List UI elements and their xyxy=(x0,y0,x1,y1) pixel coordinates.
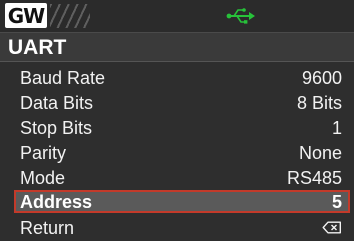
brand-logo-text: GW xyxy=(7,4,45,28)
menu-item-label: Address xyxy=(20,192,93,212)
menu-item-value: 8 Bits xyxy=(296,93,342,113)
menu-item-address[interactable]: Address 5 xyxy=(14,190,350,213)
menu-item-parity[interactable]: Parity None xyxy=(14,141,350,164)
menu-item-value: RS485 xyxy=(286,168,342,188)
menu-item-label: Parity xyxy=(20,143,67,163)
status-bar: GW xyxy=(0,0,354,33)
menu-item-return[interactable]: Return xyxy=(14,216,350,239)
menu-item-data-bits[interactable]: Data Bits 8 Bits xyxy=(14,91,350,114)
page-title: UART xyxy=(8,36,67,59)
menu-item-stop-bits[interactable]: Stop Bits 1 xyxy=(14,116,350,139)
uart-menu: Baud Rate 9600 Data Bits 8 Bits Stop Bit… xyxy=(0,62,354,241)
menu-item-label: Return xyxy=(20,218,75,238)
menu-item-label: Data Bits xyxy=(20,93,94,113)
menu-item-value: 5 xyxy=(331,192,342,212)
usb-connected-icon xyxy=(226,8,255,24)
menu-item-value: 1 xyxy=(331,118,342,138)
uart-settings-screen: GW UART Baud Rate 9600 Data Bits 8 Bits … xyxy=(0,0,354,241)
menu-item-label: Baud Rate xyxy=(20,68,106,88)
return-icon xyxy=(322,221,341,234)
menu-item-label: Stop Bits xyxy=(20,118,93,138)
menu-item-value: None xyxy=(298,143,342,163)
logo-decoration xyxy=(50,4,90,28)
title-bar: UART xyxy=(0,33,354,62)
menu-item-mode[interactable]: Mode RS485 xyxy=(14,166,350,189)
menu-item-value: 9600 xyxy=(301,68,342,88)
menu-item-label: Mode xyxy=(20,168,66,188)
menu-item-baud-rate[interactable]: Baud Rate 9600 xyxy=(14,66,350,89)
brand-logo: GW xyxy=(5,3,47,28)
